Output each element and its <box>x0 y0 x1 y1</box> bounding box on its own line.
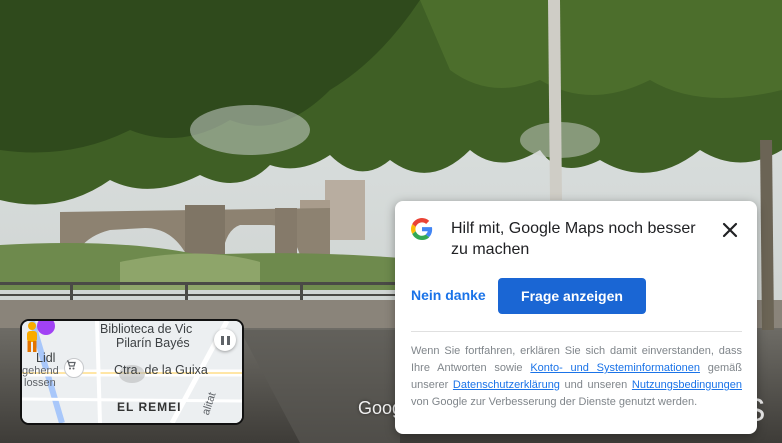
map-label-lossen: lossen <box>24 377 56 389</box>
survey-dialog: Hilf mit, Google Maps noch besser zu mac… <box>395 201 757 434</box>
map-label-street: Ctra. de la Guixa <box>114 363 208 377</box>
disclaimer-part: und unseren <box>559 379 632 391</box>
map-label-gehend: gehend <box>22 365 59 377</box>
shopping-cart-icon <box>64 358 84 378</box>
account-info-link[interactable]: Konto- und Systeminformationen <box>530 362 700 374</box>
map-label-lidl: Lidl <box>36 351 56 365</box>
terms-link[interactable]: Nutzungsbedingungen <box>632 379 742 391</box>
dialog-title: Hilf mit, Google Maps noch besser zu mac… <box>451 220 696 258</box>
close-button[interactable] <box>717 217 743 243</box>
dismiss-button[interactable]: Nein danke <box>411 287 486 303</box>
minimap[interactable]: Biblioteca de Vic Pilarín Bayés Lidl geh… <box>20 319 244 425</box>
map-label-pilarin: Pilarín Bayés <box>116 336 190 350</box>
map-label-district: EL REMEI <box>117 400 182 414</box>
show-question-button[interactable]: Frage anzeigen <box>498 278 646 314</box>
close-icon <box>722 222 738 238</box>
disclaimer-part: von Google zur Verbesserung der Dienste … <box>411 396 698 408</box>
disclaimer-text: Wenn Sie fortfahren, erklären Sie sich d… <box>411 343 742 411</box>
map-label-biblioteca: Biblioteca de Vic <box>100 322 193 336</box>
google-logo-icon <box>411 218 433 240</box>
divider <box>411 331 742 332</box>
privacy-policy-link[interactable]: Datenschutzerklärung <box>453 379 560 391</box>
pegman-icon[interactable] <box>22 321 42 353</box>
pause-icon[interactable] <box>214 329 236 351</box>
